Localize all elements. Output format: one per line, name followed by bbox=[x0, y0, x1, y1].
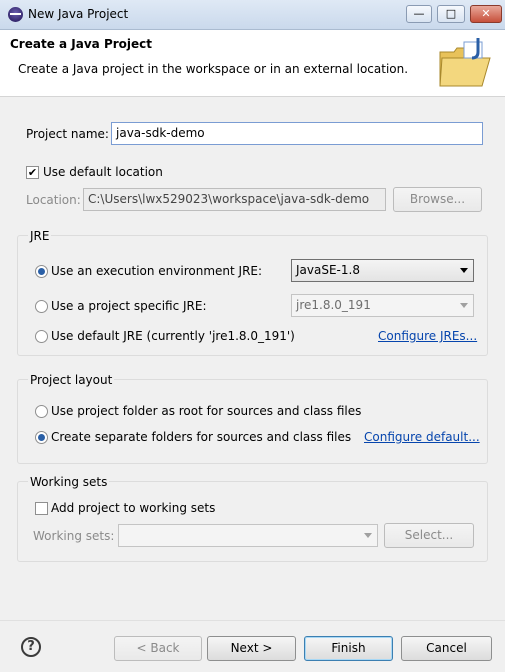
wizard-description: Create a Java project in the workspace o… bbox=[18, 62, 409, 76]
project-specific-jre-radio[interactable] bbox=[35, 300, 48, 313]
footer-divider bbox=[0, 620, 505, 621]
configure-jres-link[interactable]: Configure JREs... bbox=[378, 329, 477, 343]
layout-root-radio[interactable] bbox=[35, 405, 48, 418]
exec-env-jre-select[interactable]: JavaSE-1.8 bbox=[291, 259, 474, 282]
use-default-location-checkbox[interactable]: ✔ bbox=[26, 166, 39, 179]
working-sets-label: Working sets: bbox=[33, 529, 115, 543]
exec-env-jre-value: JavaSE-1.8 bbox=[296, 263, 360, 277]
layout-separate-radio[interactable] bbox=[35, 431, 48, 444]
chevron-down-icon bbox=[364, 533, 372, 538]
next-button[interactable]: Next > bbox=[207, 636, 296, 661]
wizard-header: Create a Java Project Create a Java proj… bbox=[0, 30, 505, 97]
minimize-button[interactable]: — bbox=[406, 5, 432, 23]
working-sets-select[interactable] bbox=[118, 524, 378, 547]
default-jre-label: Use default JRE (currently 'jre1.8.0_191… bbox=[51, 329, 295, 343]
project-specific-jre-select[interactable]: jre1.8.0_191 bbox=[291, 294, 474, 317]
browse-button[interactable]: Browse... bbox=[393, 187, 482, 212]
add-to-working-sets-label: Add project to working sets bbox=[51, 501, 216, 515]
cancel-button[interactable]: Cancel bbox=[401, 636, 492, 661]
project-layout-group bbox=[17, 379, 488, 464]
default-jre-radio[interactable] bbox=[35, 330, 48, 343]
project-layout-group-title: Project layout bbox=[28, 373, 115, 387]
working-sets-group bbox=[17, 481, 488, 562]
back-button[interactable]: < Back bbox=[114, 636, 202, 661]
location-label: Location: bbox=[26, 193, 81, 207]
title-bar[interactable]: New Java Project — □ ✕ bbox=[0, 0, 505, 30]
new-java-project-dialog: New Java Project — □ ✕ Create a Java Pro… bbox=[0, 0, 505, 672]
exec-env-jre-radio[interactable] bbox=[35, 265, 48, 278]
window-title: New Java Project bbox=[28, 7, 129, 21]
chevron-down-icon bbox=[460, 268, 468, 273]
project-specific-jre-value: jre1.8.0_191 bbox=[296, 298, 371, 312]
add-to-working-sets-checkbox[interactable] bbox=[35, 502, 48, 515]
exec-env-jre-label: Use an execution environment JRE: bbox=[51, 264, 263, 278]
project-name-label: Project name: bbox=[26, 127, 109, 141]
eclipse-icon bbox=[8, 7, 23, 22]
help-icon[interactable]: ? bbox=[21, 637, 41, 657]
wizard-title: Create a Java Project bbox=[10, 37, 153, 51]
project-specific-jre-label: Use a project specific JRE: bbox=[51, 299, 207, 313]
use-default-location-label: Use default location bbox=[43, 165, 163, 179]
finish-button[interactable]: Finish bbox=[304, 636, 393, 661]
select-working-sets-button[interactable]: Select... bbox=[384, 523, 474, 548]
project-name-input[interactable]: java-sdk-demo bbox=[111, 122, 483, 145]
chevron-down-icon bbox=[460, 303, 468, 308]
working-sets-group-title: Working sets bbox=[28, 475, 110, 489]
location-input[interactable]: C:\Users\lwx529023\workspace\java-sdk-de… bbox=[83, 188, 386, 211]
maximize-button[interactable]: □ bbox=[437, 5, 465, 23]
layout-root-label: Use project folder as root for sources a… bbox=[51, 404, 362, 418]
java-project-folder-icon bbox=[439, 38, 491, 87]
jre-group-title: JRE bbox=[28, 229, 52, 243]
close-button[interactable]: ✕ bbox=[470, 5, 502, 23]
layout-separate-label: Create separate folders for sources and … bbox=[51, 430, 352, 444]
configure-default-link[interactable]: Configure default... bbox=[364, 430, 480, 444]
